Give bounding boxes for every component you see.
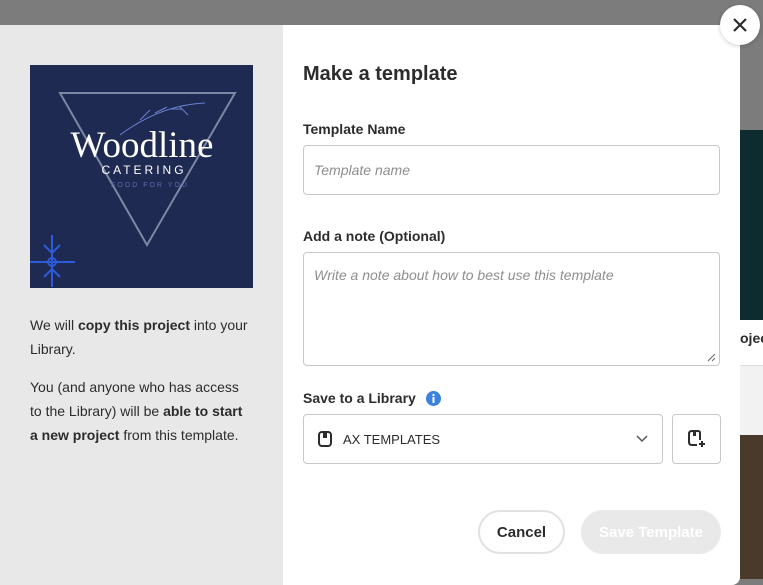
- library-label-text: Save to a Library: [303, 390, 416, 406]
- add-library-icon: [687, 430, 705, 447]
- background-project-title: ojec: [740, 320, 763, 365]
- close-button[interactable]: [720, 5, 760, 45]
- template-name-placeholder: Template name: [314, 162, 410, 178]
- save-template-button[interactable]: Save Template: [581, 510, 721, 554]
- copy-info-text: We will copy this project into your Libr…: [30, 317, 248, 357]
- background-project-thumbnail: [740, 130, 763, 335]
- svg-text:FOOD FOR YOU: FOOD FOR YOU: [111, 182, 189, 189]
- library-value: AX TEMPLATES: [343, 431, 441, 447]
- library-icon: [318, 431, 332, 447]
- template-form: Make a template Template Name Template n…: [283, 25, 740, 585]
- logo-title: Woodline: [71, 125, 214, 166]
- svg-text:CATERING: CATERING: [101, 163, 186, 177]
- chevron-down-icon: [636, 435, 648, 443]
- logo-graphic: Woodline CATERING FOOD FOR YOU: [30, 92, 237, 287]
- make-template-dialog: Woodline CATERING FOOD FOR YOU We will c…: [0, 25, 740, 585]
- library-label: Save to a Library: [303, 390, 721, 406]
- info-icon[interactable]: [425, 390, 441, 406]
- note-textarea[interactable]: Write a note about how to best use this …: [303, 252, 720, 366]
- preview-panel: Woodline CATERING FOOD FOR YOU We will c…: [0, 25, 283, 585]
- library-select[interactable]: AX TEMPLATES: [303, 414, 663, 464]
- template-name-label: Template Name: [303, 121, 406, 137]
- template-name-input[interactable]: Template name: [303, 145, 720, 195]
- resize-handle-icon[interactable]: [707, 353, 716, 362]
- background-image: [740, 435, 763, 579]
- close-icon: [733, 18, 747, 32]
- note-placeholder: Write a note about how to best use this …: [314, 267, 614, 283]
- project-thumbnail: Woodline CATERING FOOD FOR YOU: [30, 65, 253, 288]
- background-card: [740, 365, 763, 435]
- access-info-text: You (and anyone who has access to the Li…: [30, 379, 243, 443]
- dialog-title: Make a template: [303, 63, 458, 85]
- cancel-button[interactable]: Cancel: [478, 510, 565, 554]
- create-library-button[interactable]: [672, 414, 721, 464]
- note-label: Add a note (Optional): [303, 228, 446, 244]
